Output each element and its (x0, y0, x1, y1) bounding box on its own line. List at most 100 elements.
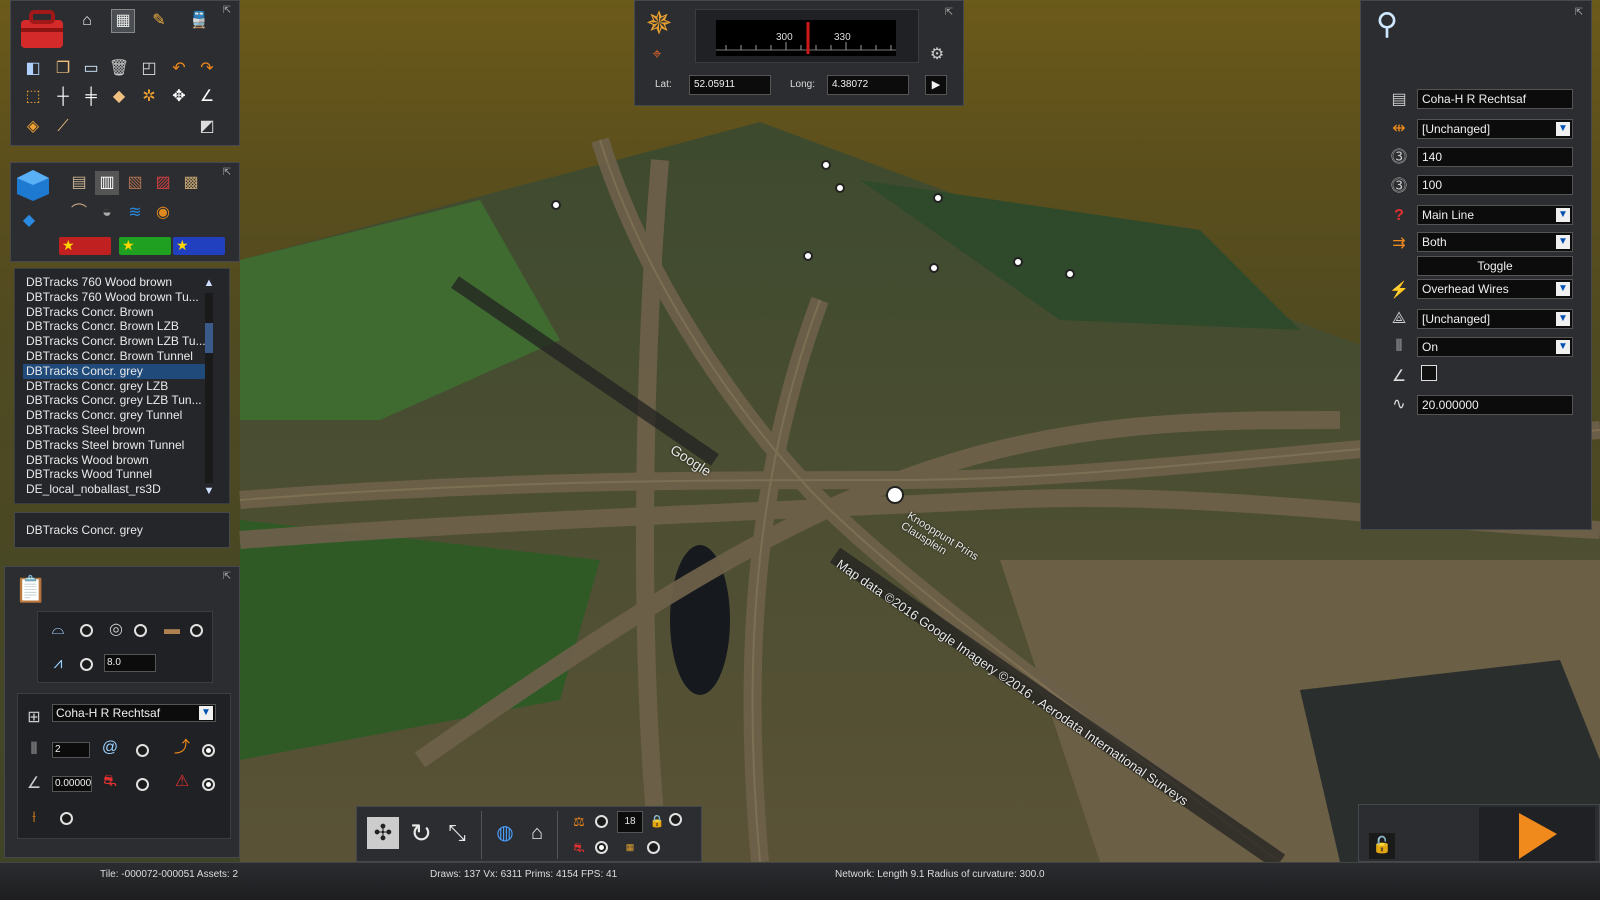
panel-pin-icon[interactable]: ⇱ (1571, 5, 1587, 21)
track-count-input[interactable]: 2 (52, 742, 90, 758)
hue-icon[interactable]: ◈ (21, 115, 45, 139)
unlock-icon[interactable]: 🔓 (1369, 833, 1395, 859)
home-icon[interactable]: ⌂ (75, 9, 99, 33)
paint-brush-icon[interactable]: ✎ (147, 9, 171, 33)
track-mode-icon[interactable]: ▦ (111, 9, 135, 33)
speed-limit-input-1[interactable]: 140 (1417, 147, 1573, 167)
direction-select[interactable]: Both ▼ (1417, 232, 1573, 252)
list-item[interactable]: DBTracks Concr. Brown LZB Tu... (23, 334, 209, 349)
marquee-select-icon[interactable]: ⬚ (21, 85, 45, 109)
property-select-5[interactable]: [Unchanged] ▼ (1417, 309, 1573, 329)
gradient-icon[interactable]: ∠ (195, 85, 219, 109)
list-item[interactable]: DBTracks Steel brown (23, 423, 209, 438)
delete-tool-icon[interactable]: 🗑 (107, 57, 131, 81)
list-item[interactable]: DBTracks Wood Tunnel (23, 467, 209, 482)
scrollbar-thumb[interactable] (205, 323, 213, 353)
spline-round-radio[interactable] (134, 624, 147, 637)
settings-gear-icon[interactable]: ⚙ (925, 43, 949, 67)
train-warning-radio[interactable] (202, 778, 215, 791)
scale-icon[interactable]: ⚖ (569, 811, 589, 831)
speed-limit-input-2[interactable]: 100 (1417, 175, 1573, 195)
redo-icon[interactable]: ↷ (195, 57, 219, 81)
list-item[interactable]: DBTracks Concr. grey LZB Tun... (23, 393, 209, 408)
scroll-up-icon[interactable]: ▲ (203, 277, 215, 289)
compass-icon[interactable]: ✵ (639, 3, 679, 43)
panel-pin-icon[interactable]: ⇱ (219, 569, 235, 585)
height-input[interactable]: 8.0 (104, 654, 156, 672)
cube-icon[interactable] (13, 167, 53, 203)
toggle-button[interactable]: Toggle (1417, 256, 1573, 276)
track-type-icon-3[interactable]: ▧ (123, 171, 147, 195)
home-icon[interactable]: ⌂ (523, 819, 551, 847)
move-icon[interactable]: ✥ (167, 85, 191, 109)
track-type-select[interactable]: Main Line ▼ (1417, 205, 1573, 225)
angle-input[interactable]: 0.00000 (52, 776, 92, 792)
favourite-green[interactable]: ★ (119, 237, 171, 255)
list-item-selected[interactable]: DBTracks Concr. grey (23, 363, 209, 379)
lock-radio[interactable] (669, 813, 682, 826)
train-red-icon[interactable]: ⛐ (569, 837, 589, 857)
join-icon[interactable]: ╪ (79, 85, 103, 109)
flatten-icon[interactable]: ◆ (107, 85, 131, 109)
spiral-radio[interactable] (136, 744, 149, 757)
play-button[interactable] (1479, 807, 1595, 861)
spline-flat-radio[interactable] (80, 624, 93, 637)
camera-icon[interactable]: ◩ (195, 115, 219, 139)
scale-radio[interactable] (595, 815, 608, 828)
track-name-input[interactable]: Coha-H R Rechtsaf (1417, 89, 1573, 109)
track-type-icon-1[interactable]: ▤ (67, 171, 91, 195)
train-icon[interactable]: 🚆 (187, 9, 211, 33)
spline-track-radio[interactable] (190, 624, 203, 637)
chevron-down-icon[interactable]: ▼ (199, 706, 213, 720)
fit-view-icon[interactable]: ✣ (367, 817, 399, 849)
panel-pin-icon[interactable]: ⇱ (941, 5, 957, 21)
small-cube-icon[interactable]: ◆ (17, 209, 41, 233)
gradient-checkbox[interactable] (1421, 365, 1437, 381)
search-icon[interactable]: ⚲ (1367, 5, 1407, 45)
marker-tool-icon[interactable]: ◰ (137, 57, 161, 81)
long-input[interactable]: 4.38072 (827, 75, 909, 95)
property-select-6[interactable]: On ▼ (1417, 337, 1573, 357)
track-type-icon-2[interactable]: ▥ (95, 171, 119, 195)
globe-icon[interactable]: ◍ (491, 819, 519, 847)
select-tool-icon[interactable]: ◧ (21, 57, 45, 81)
ts14-radio[interactable] (647, 841, 660, 854)
chevron-down-icon[interactable]: ▼ (1556, 282, 1570, 296)
list-item[interactable]: DBTracks Steel brown Tunnel (23, 438, 209, 453)
go-button[interactable]: ▶ (925, 75, 947, 95)
resize-icon[interactable]: ⤡ (441, 817, 473, 849)
chevron-down-icon[interactable]: ▼ (1556, 122, 1570, 136)
favourite-blue[interactable]: ★ (173, 237, 225, 255)
chevron-down-icon[interactable]: ▼ (1556, 340, 1570, 354)
measure-icon[interactable]: ⟋ (51, 115, 75, 139)
chevron-down-icon[interactable]: ▼ (1556, 235, 1570, 249)
cargo-icon[interactable]: ◉ (151, 201, 175, 225)
list-item[interactable]: DBTracks Concr. grey LZB (23, 379, 209, 394)
lock-icon[interactable]: 🔒 (649, 811, 665, 831)
lat-input[interactable]: 52.05911 (689, 75, 771, 95)
rule-select[interactable]: Coha-H R Rechtsaf ▼ (52, 704, 216, 722)
curve-input[interactable]: 20.000000 (1417, 395, 1573, 415)
scroll-down-icon[interactable]: ▼ (203, 485, 215, 497)
tunnel-icon[interactable]: ◒ (95, 201, 119, 225)
train-red-radio[interactable] (136, 778, 149, 791)
list-item[interactable]: DBTracks Concr. Brown LZB (23, 319, 209, 334)
track-type-icon-5[interactable]: ▩ (179, 171, 203, 195)
electrification-select[interactable]: Overhead Wires ▼ (1417, 279, 1573, 299)
height-radio[interactable] (80, 658, 93, 671)
snap-icon[interactable]: ✲ (137, 85, 161, 109)
scrollbar-track[interactable] (205, 293, 213, 483)
track-raise-radio[interactable] (202, 744, 215, 757)
list-item[interactable]: DBTracks Concr. Brown Tunnel (23, 349, 209, 364)
pin-radio[interactable] (60, 812, 73, 825)
list-item[interactable]: DBTracks 760 Wood brown (23, 275, 209, 290)
toolbox-icon[interactable] (15, 5, 69, 51)
track-asset-list[interactable]: DBTracks 760 Wood brown DBTracks 760 Woo… (14, 268, 230, 504)
rule-select[interactable]: [Unchanged] ▼ (1417, 119, 1573, 139)
panel-pin-icon[interactable]: ⇱ (219, 3, 235, 19)
copy-tool-icon[interactable]: ❐ (51, 57, 75, 81)
track-type-icon-4[interactable]: ▨ (151, 171, 175, 195)
notepad-icon[interactable]: 📋 (11, 571, 51, 607)
list-item[interactable]: DBTracks 760 Wood brown Tu... (23, 290, 209, 305)
panel-pin-icon[interactable]: ⇱ (219, 165, 235, 181)
